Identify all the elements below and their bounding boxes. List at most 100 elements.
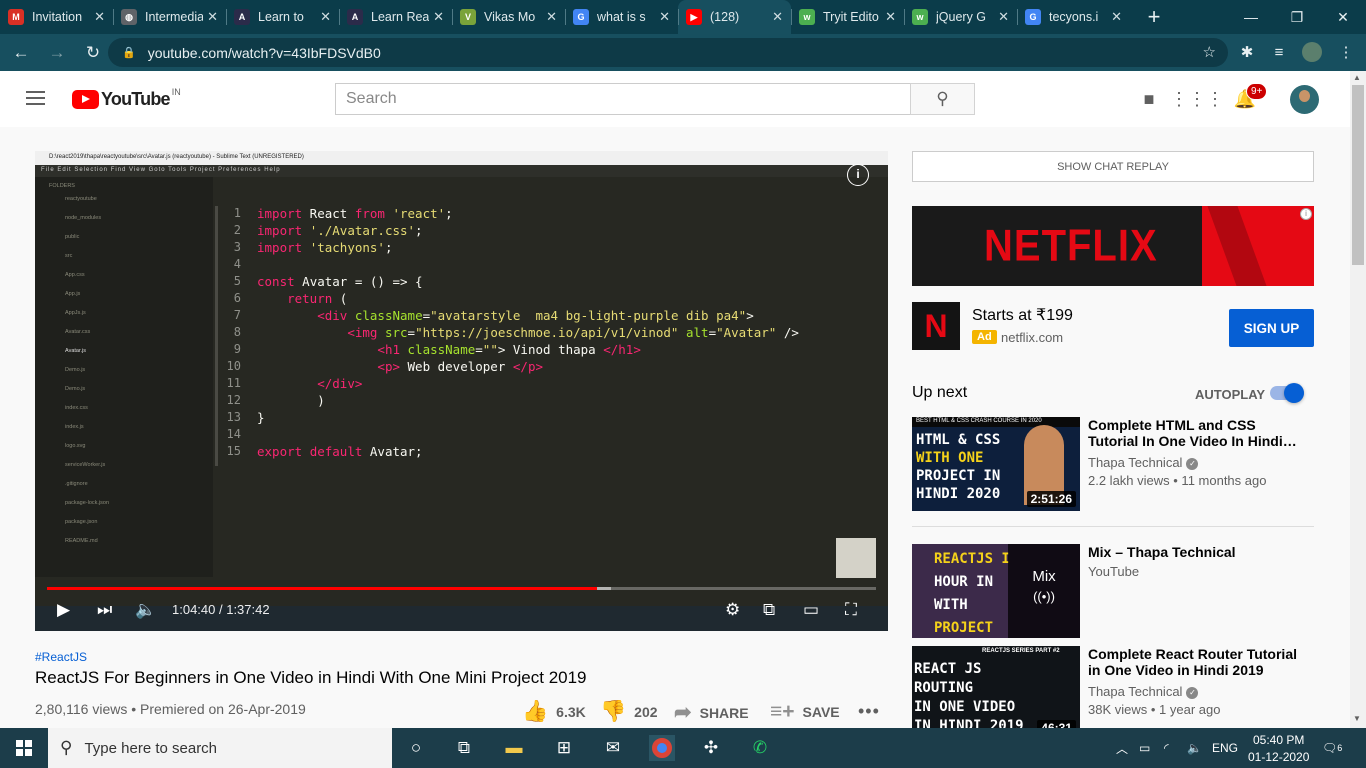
save-button[interactable]: ≡+ SAVE xyxy=(770,700,840,724)
extensions-icon[interactable]: ✱ xyxy=(1233,38,1261,66)
browser-tab[interactable]: w jQuery G ✕ xyxy=(904,0,1017,34)
youtube-logo[interactable]: YouTube IN xyxy=(72,87,181,110)
page-scrollbar[interactable]: ▲ ▼ xyxy=(1350,71,1366,728)
restore-icon[interactable]: ❐ xyxy=(1274,0,1320,34)
recommended-title[interactable]: Complete HTML and CSS Tutorial In One Vi… xyxy=(1088,417,1298,449)
scroll-up-icon[interactable]: ▲ xyxy=(1353,73,1361,82)
channel-name[interactable]: YouTube xyxy=(1088,564,1139,579)
browser-tab[interactable]: A Learn to ✕ xyxy=(226,0,339,34)
speaker-icon[interactable]: 🔈 xyxy=(1187,728,1202,768)
mail-icon[interactable]: ✉ xyxy=(600,735,626,761)
recommended-mix[interactable]: REACTJS I HOUR IN WITH PROJECT Mix ((•)) Mi… xyxy=(912,544,1332,638)
recommended-video[interactable]: BEST HTML & CSS CRASH COURSE IN 2020 HTM… xyxy=(912,417,1332,511)
slack-icon[interactable]: ✣ xyxy=(698,735,724,761)
reload-icon[interactable]: ↻ xyxy=(78,43,108,63)
play-icon[interactable]: ▶ xyxy=(57,597,70,623)
netflix-ad-banner[interactable]: NETFLIX xyxy=(912,206,1314,286)
channel-name[interactable]: Thapa Technical ✓ xyxy=(1088,455,1199,470)
taskbar-search-input[interactable]: ⚲ Type here to search xyxy=(48,728,392,768)
share-button[interactable]: ➦ SHARE xyxy=(674,700,749,725)
browser-menu-icon[interactable]: ⋮ xyxy=(1332,38,1360,66)
close-tab-icon[interactable]: ✕ xyxy=(659,9,670,25)
volume-icon[interactable]: 🔈 xyxy=(135,597,156,623)
ad-info-icon[interactable]: i xyxy=(1300,208,1312,220)
recommended-title[interactable]: Complete React Router Tutorial in One Vi… xyxy=(1088,646,1298,678)
scrollbar-thumb[interactable] xyxy=(1352,85,1364,265)
netflix-logo-icon[interactable]: N xyxy=(912,302,960,350)
cortana-icon[interactable]: ○ xyxy=(403,735,429,761)
more-actions-icon[interactable]: ••• xyxy=(858,701,880,722)
close-tab-icon[interactable]: ✕ xyxy=(1111,9,1122,25)
show-hidden-icons[interactable]: ︿ xyxy=(1116,728,1128,768)
hamburger-menu-icon[interactable] xyxy=(26,91,45,107)
autoplay-toggle[interactable] xyxy=(1270,383,1304,403)
dislike-button[interactable]: 👎 202 xyxy=(600,700,658,724)
apps-grid-icon[interactable]: ⋮⋮⋮ xyxy=(1170,87,1224,111)
settings-gear-icon[interactable]: ⚙ xyxy=(725,597,740,623)
ad-title[interactable]: Starts at ₹199 xyxy=(972,305,1073,325)
info-icon[interactable]: i xyxy=(847,164,869,186)
media-control-icon[interactable]: ≡ xyxy=(1265,38,1293,66)
system-clock[interactable]: 05:40 PM 01-12-2020 xyxy=(1248,732,1309,766)
like-button[interactable]: 👍 6.3K xyxy=(522,700,586,724)
close-tab-icon[interactable]: ✕ xyxy=(546,9,557,25)
recommended-title[interactable]: Mix – Thapa Technical xyxy=(1088,544,1298,560)
search-button[interactable]: ⚲ xyxy=(910,83,975,115)
sign-up-button[interactable]: SIGN UP xyxy=(1229,309,1314,347)
browser-tab[interactable]: A Learn React✕ xyxy=(339,0,452,34)
channel-watermark[interactable] xyxy=(836,538,876,578)
close-window-icon[interactable]: ✕ xyxy=(1320,0,1366,34)
windows-start-icon[interactable] xyxy=(0,728,48,768)
close-tab-icon[interactable]: ✕ xyxy=(885,9,896,25)
channel-name[interactable]: Thapa Technical ✓ xyxy=(1088,684,1199,699)
browser-tab[interactable]: V Vikas Mo ✕ xyxy=(452,0,565,34)
browser-tab[interactable]: ▶ (128) ✕ xyxy=(678,0,791,34)
bookmark-star-icon[interactable]: ☆ xyxy=(1203,43,1216,61)
video-thumbnail[interactable]: BEST HTML & CSS CRASH COURSE IN 2020 HTM… xyxy=(912,417,1080,511)
video-hashtag[interactable]: #ReactJS xyxy=(35,650,87,664)
miniplayer-icon[interactable]: ⧉ xyxy=(763,597,775,623)
language-indicator[interactable]: ENG xyxy=(1212,728,1238,768)
microsoft-store-icon[interactable]: ⊞ xyxy=(551,735,577,761)
close-tab-icon[interactable]: ✕ xyxy=(207,9,218,25)
profile-avatar-icon[interactable] xyxy=(1298,38,1326,66)
chrome-icon[interactable] xyxy=(649,735,675,761)
task-view-icon[interactable]: ⧉ xyxy=(451,735,477,761)
next-video-icon[interactable]: ⏭ xyxy=(97,597,112,623)
progress-bar[interactable] xyxy=(47,587,876,590)
browser-tab[interactable]: w Tryit Edito ✕ xyxy=(791,0,904,34)
close-tab-icon[interactable]: ✕ xyxy=(94,9,105,25)
battery-icon[interactable]: ▭ xyxy=(1139,728,1150,768)
code-content: import React from 'react'; import './Avat… xyxy=(257,206,857,461)
video-thumbnail[interactable]: REACTJS SERIES PART #2 REACT JS ROUTING IN… xyxy=(912,646,1080,728)
action-center-icon[interactable]: 🗨 6 xyxy=(1322,728,1342,768)
browser-tab[interactable]: Gwhat is s ✕ xyxy=(565,0,678,34)
line-number: 4 xyxy=(233,257,241,271)
url-field[interactable]: 🔒 youtube.com/watch?v=43IbFDSVdB0 ☆ xyxy=(108,38,1228,67)
show-chat-replay-button[interactable]: SHOW CHAT REPLAY xyxy=(912,151,1314,182)
search-input[interactable]: Search xyxy=(335,83,911,115)
back-icon[interactable]: ← xyxy=(6,43,36,63)
whatsapp-icon[interactable]: ✆ xyxy=(747,735,773,761)
recommended-video[interactable]: REACTJS SERIES PART #2 REACT JS ROUTING IN… xyxy=(912,646,1332,728)
theater-mode-icon[interactable]: ▭ xyxy=(803,597,819,623)
browser-tab[interactable]: Gtecyons.i ✕ xyxy=(1017,0,1130,34)
account-avatar[interactable] xyxy=(1290,85,1319,114)
close-tab-icon[interactable]: ✕ xyxy=(998,9,1009,25)
fullscreen-icon[interactable]: ⛶ xyxy=(845,597,857,623)
close-tab-icon[interactable]: ✕ xyxy=(320,9,331,25)
new-tab-button[interactable]: + xyxy=(1144,4,1164,30)
close-tab-icon[interactable]: ✕ xyxy=(433,9,444,25)
tab-title: Vikas Mo xyxy=(484,10,536,24)
file-explorer-icon[interactable]: ▬ xyxy=(501,735,527,761)
create-video-icon[interactable]: ■ xyxy=(1137,87,1161,111)
mix-thumbnail[interactable]: REACTJS I HOUR IN WITH PROJECT Mix ((•)) xyxy=(912,544,1080,638)
browser-tab[interactable]: M Invitation ✕ xyxy=(0,0,113,34)
video-player[interactable]: D:\react2019\thapa\reactyoutube\src\Avat… xyxy=(35,151,888,631)
minimize-icon[interactable]: — xyxy=(1228,0,1274,34)
browser-tab[interactable]: ◍ Intermediate✕ xyxy=(113,0,226,34)
wifi-icon[interactable]: ◜ xyxy=(1164,728,1169,768)
forward-icon[interactable]: → xyxy=(42,43,72,63)
close-tab-icon[interactable]: ✕ xyxy=(772,9,783,25)
scroll-down-icon[interactable]: ▼ xyxy=(1353,714,1361,723)
